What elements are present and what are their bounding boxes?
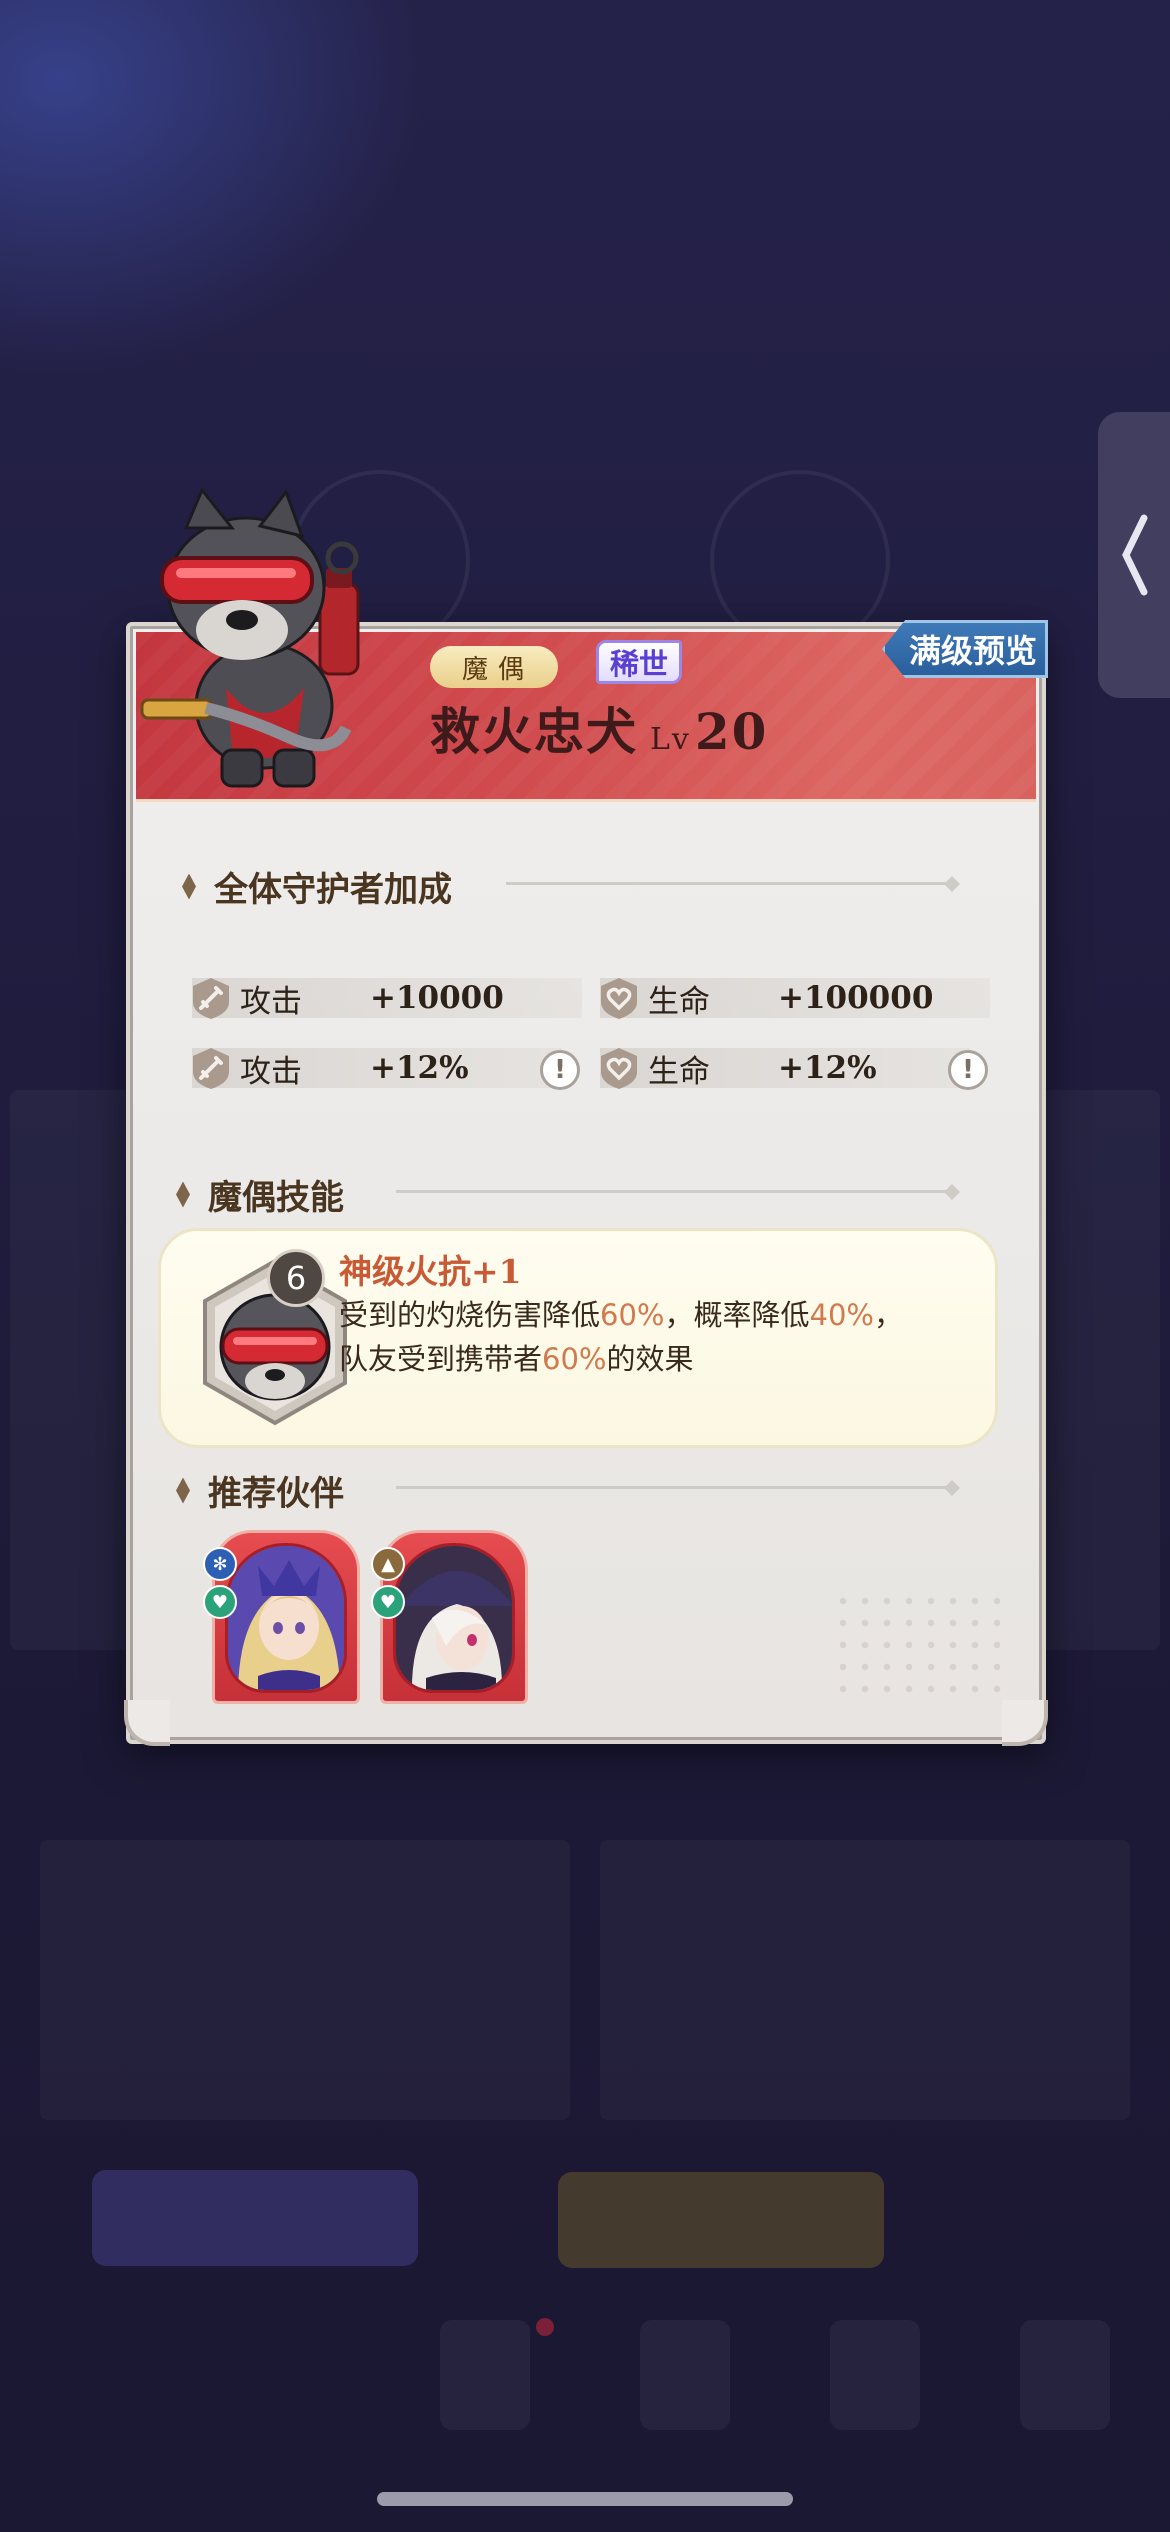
- bg-panel: [600, 1840, 1130, 2120]
- skill-desc-text: 受到的灼烧伤害降低: [339, 1298, 601, 1332]
- skill-desc-text: 队友受到携带者: [339, 1342, 543, 1376]
- skill-name: 神级火抗+1: [339, 1252, 522, 1291]
- skill-description: 受到的灼烧伤害降低60%，概率降低40%， 队友受到携带者60%的效果: [339, 1293, 979, 1381]
- pet-name: 救火忠犬: [430, 702, 638, 761]
- max-level-preview-button[interactable]: 满级预览: [882, 620, 1048, 678]
- card-corner-ornament: [1002, 1700, 1048, 1746]
- skill-desc-highlight: 60%: [600, 1298, 665, 1332]
- bg-notification-dot: [536, 2318, 554, 2336]
- card-corner-ornament: [124, 1700, 170, 1746]
- section-title-skills: 魔偶技能: [176, 1170, 344, 1219]
- section-title-partners: 推荐伙伴: [176, 1466, 344, 1515]
- section-divider: [506, 882, 956, 885]
- heart-shield-icon: [596, 1045, 642, 1091]
- snowflake-icon: ✻: [203, 1547, 237, 1581]
- stat-value: +10000: [370, 980, 504, 1016]
- bg-nav-item: [1020, 2320, 1110, 2430]
- heart-role-icon: ♥: [371, 1585, 405, 1619]
- stat-row-hp: 生命 +100000: [600, 978, 990, 1020]
- stat-row-hp-percent: 生命 +12%: [600, 1048, 970, 1090]
- skill-desc-text: 的效果: [606, 1342, 694, 1376]
- rarity-badge: 稀世: [596, 640, 682, 684]
- stat-row-attack-percent: 攻击 +12%: [192, 1048, 562, 1090]
- skill-desc-text: ，: [873, 1298, 903, 1332]
- pet-type-badge: 魔偶: [430, 646, 558, 688]
- skill-count-badge: 6: [267, 1249, 325, 1307]
- diamond-bullet-icon: [182, 873, 196, 900]
- fire-dog-mascot: [140, 488, 360, 788]
- skill-desc-highlight: 40%: [809, 1298, 874, 1332]
- bg-button: [558, 2172, 884, 2268]
- partner-card[interactable]: ▲ ♥: [371, 1530, 528, 1704]
- stat-label: 生命: [648, 983, 710, 1020]
- chevron-left-icon: [1122, 514, 1148, 596]
- info-button[interactable]: !: [540, 1050, 580, 1090]
- section-title-guardian-bonus: 全体守护者加成: [182, 862, 452, 911]
- stat-value: +100000: [778, 980, 934, 1016]
- bg-button: [92, 2170, 418, 2266]
- stat-label: 攻击: [240, 1053, 302, 1090]
- side-drawer-tab[interactable]: [1098, 412, 1170, 698]
- section-title-text: 推荐伙伴: [208, 1474, 344, 1514]
- section-title-text: 全体守护者加成: [214, 870, 452, 910]
- sword-shield-icon: [188, 975, 234, 1021]
- stat-value: +12%: [370, 1050, 469, 1086]
- level-prefix: Lv: [650, 722, 691, 757]
- skill-card[interactable]: 6 神级火抗+1 受到的灼烧伤害降低60%，概率降低40%， 队友受到携带者60%…: [158, 1228, 998, 1448]
- sword-shield-icon: [188, 1045, 234, 1091]
- skill-desc-text: ，概率降低: [664, 1298, 810, 1332]
- skill-desc-highlight: 60%: [542, 1342, 607, 1376]
- section-divider: [396, 1190, 956, 1193]
- home-indicator[interactable]: [377, 2492, 793, 2506]
- section-divider: [396, 1486, 956, 1489]
- stat-label: 攻击: [240, 983, 302, 1020]
- blonde-girl-portrait: [225, 1543, 347, 1693]
- bg-nav-item: [640, 2320, 730, 2430]
- diamond-bullet-icon: [176, 1181, 190, 1208]
- heart-role-icon: ♥: [203, 1585, 237, 1619]
- stat-row-attack: 攻击 +10000: [192, 978, 582, 1020]
- partner-card[interactable]: ✻ ♥: [203, 1530, 360, 1704]
- stat-value: +12%: [778, 1050, 877, 1086]
- bg-nav-item: [830, 2320, 920, 2430]
- pet-name-line: 救火忠犬 Lv 20: [430, 692, 768, 764]
- white-hair-witch-portrait: [393, 1543, 515, 1693]
- heart-shield-icon: [596, 975, 642, 1021]
- info-button[interactable]: !: [948, 1050, 988, 1090]
- bg-panel: [40, 1840, 570, 2120]
- stat-label: 生命: [648, 1053, 710, 1090]
- section-title-text: 魔偶技能: [208, 1178, 344, 1218]
- earth-icon: ▲: [371, 1547, 405, 1581]
- bg-nav-item: [440, 2320, 530, 2430]
- diamond-bullet-icon: [176, 1477, 190, 1504]
- level-value: 20: [694, 702, 769, 761]
- decorative-dot-pattern: [832, 1590, 1012, 1700]
